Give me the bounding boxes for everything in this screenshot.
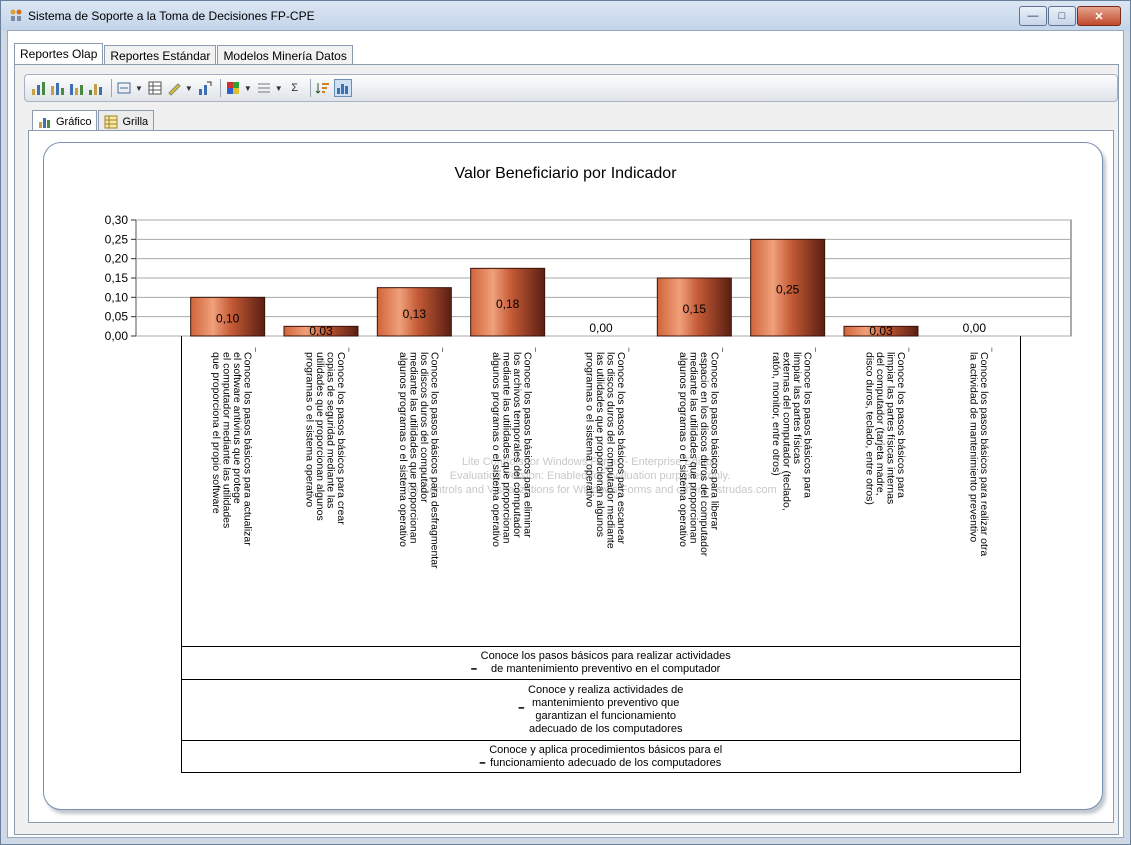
y-tick-label: 0,05 xyxy=(105,310,129,324)
group-level-3[interactable]: ━ Conoce y aplica procedimientos básicos… xyxy=(182,740,1020,773)
bar-value-label: 0,00 xyxy=(589,321,613,335)
y-tick-label: 0,20 xyxy=(105,252,129,266)
group-label: garantizan el funcionamiento xyxy=(535,710,677,722)
group-label: Conoce y realiza actividades de xyxy=(528,684,684,696)
bar-value-label: 0,00 xyxy=(963,321,987,335)
collapse-icon[interactable]: ━ xyxy=(519,702,524,715)
collapse-icon[interactable]: ━ xyxy=(471,663,476,676)
group-label: adecuado de los computadores xyxy=(528,723,683,735)
bar-value-label: 0,13 xyxy=(403,307,427,321)
y-tick-label: 0,15 xyxy=(105,271,129,285)
y-tick-label: 0,10 xyxy=(105,290,129,304)
y-tick-label: 0,30 xyxy=(105,213,129,227)
collapse-icon[interactable]: ━ xyxy=(480,757,485,770)
group-label: Conoce y aplica procedimientos básicos p… xyxy=(489,744,723,756)
group-label: funcionamiento adecuado de los computado… xyxy=(490,757,722,769)
bar-value-label: 0,18 xyxy=(496,297,520,311)
group-label: mantenimiento preventivo que xyxy=(532,697,680,709)
group-level-2[interactable]: ━ Conoce y realiza actividades de manteni… xyxy=(182,679,1020,740)
bar-value-label: 0,15 xyxy=(683,302,707,316)
y-tick-label: 0,25 xyxy=(105,232,129,246)
group-label: de mantenimiento preventivo en el comput… xyxy=(491,663,721,675)
bar-value-label: 0,10 xyxy=(216,312,240,326)
group-label: Conoce los pasos básicos para realizar a… xyxy=(480,650,731,662)
chart-grid xyxy=(135,219,1072,337)
group-level-1[interactable]: ━ Conoce los pasos básicos para realizar… xyxy=(182,646,1020,679)
bar-value-label: 0,25 xyxy=(776,283,800,297)
y-tick-label: 0,00 xyxy=(105,329,129,343)
y-axis: 0,00 0,05 0,10 0,15 0,20 0,25 0,30 xyxy=(105,213,136,343)
